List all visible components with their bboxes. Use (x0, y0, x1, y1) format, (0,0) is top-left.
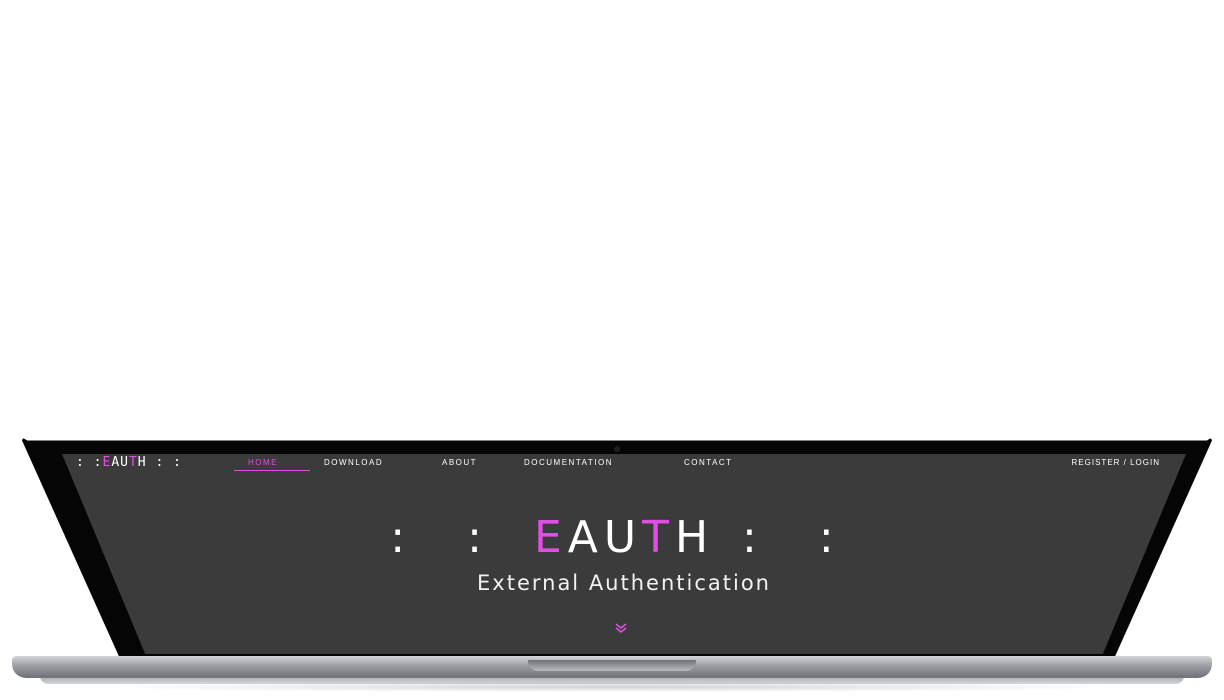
hero-suffix: : : (742, 512, 858, 563)
hero-letter-e: E (533, 512, 568, 563)
hero-letter-t: T (642, 512, 675, 563)
chevron-down-icon[interactable] (614, 622, 628, 634)
nav-home[interactable]: HOME (248, 456, 278, 470)
hero-letters-au: AU (567, 512, 643, 563)
register-login-link[interactable]: REGISTER / LOGIN (1072, 456, 1160, 470)
laptop-shadow (90, 682, 1134, 692)
logo-letters-au: AU (111, 455, 129, 470)
nav-contact[interactable]: CONTACT (684, 456, 733, 470)
logo-prefix: : : (76, 455, 103, 470)
hero-title: : : EAUTH : : (62, 512, 1186, 564)
camera-icon (614, 446, 620, 452)
top-navigation: : :EAUTH : : HOME DOWNLOAD ABOUT DOCUMEN… (62, 454, 1186, 478)
hero-subtitle: External Authentication (477, 571, 771, 595)
nav-documentation[interactable]: DOCUMENTATION (524, 456, 613, 470)
nav-active-underline (234, 470, 310, 471)
logo-letter-h: H (137, 455, 147, 470)
logo-letter-t: T (128, 455, 138, 470)
logo-suffix: : : (155, 455, 182, 470)
site-logo[interactable]: : :EAUTH : : (76, 454, 182, 472)
nav-download[interactable]: DOWNLOAD (324, 456, 383, 470)
laptop-mockup: : :EAUTH : : HOME DOWNLOAD ABOUT DOCUMEN… (0, 0, 1224, 700)
laptop-screen: : :EAUTH : : HOME DOWNLOAD ABOUT DOCUMEN… (62, 454, 1186, 654)
logo-letter-e: E (102, 455, 112, 470)
nav-about[interactable]: ABOUT (442, 456, 477, 470)
hero-letter-h: H (674, 512, 715, 563)
hero-prefix: : : (390, 512, 506, 563)
laptop-opening-notch (528, 660, 696, 671)
